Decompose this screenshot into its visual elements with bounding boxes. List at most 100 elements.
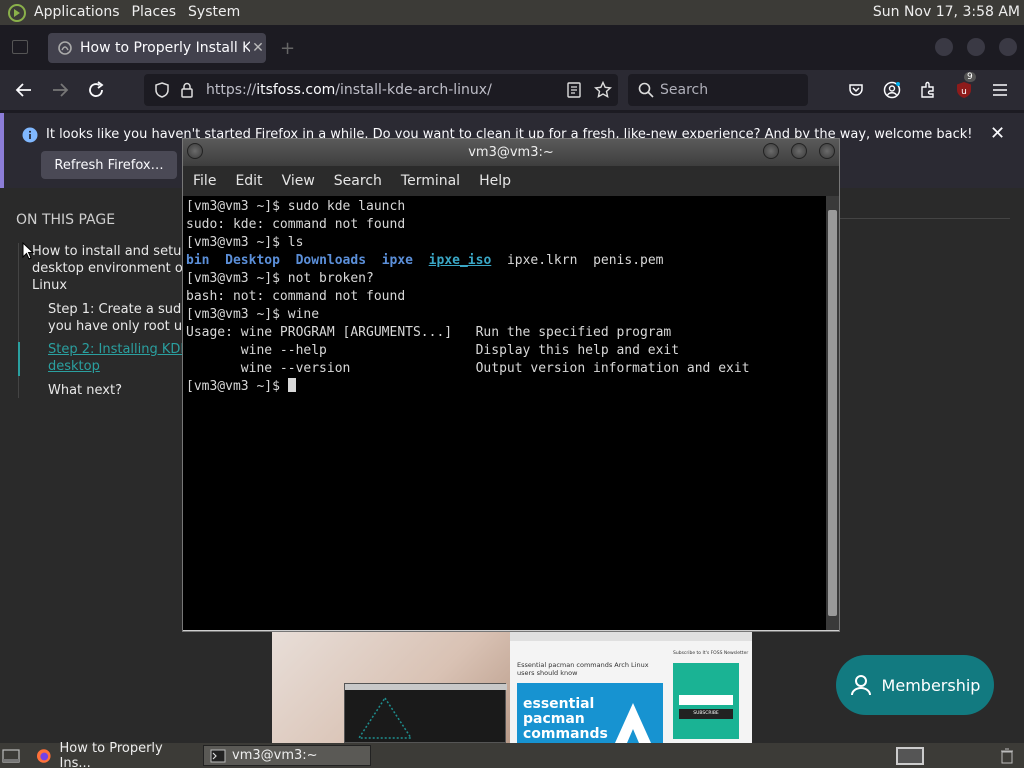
tab-title: How to Properly Install KDE — [80, 40, 250, 56]
membership-label: Membership — [881, 675, 981, 695]
terminal-line: bash: not: command not found — [186, 289, 406, 304]
new-tab-icon[interactable]: + — [280, 38, 295, 59]
terminal-prompt: [vm3@vm3 ~]$ — [186, 379, 288, 394]
pocket-icon[interactable] — [842, 76, 870, 104]
ls-dir-desktop: Desktop — [225, 253, 280, 268]
terminal-line: wine --help Display this help and exit — [186, 343, 680, 358]
svg-text:u: u — [961, 87, 967, 97]
taskbar-terminal[interactable]: vm3@vm3:~ — [203, 745, 371, 766]
ublock-badge: 9 — [964, 72, 976, 82]
search-placeholder: Search — [660, 82, 709, 98]
bookmark-star-icon[interactable] — [594, 81, 612, 99]
forward-icon[interactable] — [46, 76, 74, 104]
ls-file-pem: penis.pem — [593, 253, 664, 268]
preview-page: Essential pacman commands Arch Linux use… — [510, 631, 752, 743]
terminal-scrollbar-thumb[interactable] — [828, 210, 837, 616]
terminal-output[interactable]: [vm3@vm3 ~]$ sudo kde launch sudo: kde: c… — [183, 196, 826, 630]
terminal-menubar: File Edit View Search Terminal Help — [183, 166, 839, 196]
terminal-menu-button[interactable] — [187, 143, 203, 159]
terminal-menu-file[interactable]: File — [183, 173, 225, 189]
search-input[interactable]: Search — [628, 74, 808, 106]
minimize-window-button[interactable] — [935, 38, 953, 56]
top-panel: Applications Places System Sun Nov 17, 3… — [0, 0, 1024, 25]
maximize-window-button[interactable] — [967, 38, 985, 56]
preview-subscribe-button: SUBSCRIBE — [679, 709, 733, 719]
workspace-switcher[interactable] — [896, 745, 926, 766]
close-notification-icon[interactable]: ✕ — [990, 123, 1005, 144]
toc-item-install-setup-line2[interactable]: desktop environment on — [32, 260, 191, 277]
toc-item-step1-line2[interactable]: you have only root us — [48, 318, 189, 335]
places-menu[interactable]: Places — [126, 0, 183, 25]
toc-item-step2-line2[interactable]: desktop — [48, 358, 100, 375]
applications-menu[interactable]: Applications — [28, 0, 126, 25]
browser-tab[interactable]: How to Properly Install KDE ✕ — [48, 33, 266, 63]
terminal-line: sudo: kde: command not found — [186, 217, 406, 232]
terminal-menu-edit[interactable]: Edit — [225, 173, 271, 189]
refresh-firefox-button[interactable]: Refresh Firefox… — [41, 151, 177, 179]
itsfoss-favicon-icon — [58, 41, 72, 55]
toc-item-what-next[interactable]: What next? — [48, 382, 122, 399]
terminal-line: [vm3@vm3 ~]$ wine — [186, 307, 320, 322]
show-desktop-icon[interactable] — [2, 745, 22, 766]
preview-terminal-thumbnail — [344, 683, 507, 743]
tracking-protection-icon[interactable] — [154, 82, 170, 98]
search-icon — [638, 82, 654, 98]
terminal-maximize-button[interactable] — [791, 143, 807, 159]
url-text[interactable]: https://itsfoss.com/install-kde-arch-lin… — [206, 82, 492, 98]
membership-button[interactable]: Membership — [836, 655, 994, 715]
reader-view-icon[interactable] — [567, 82, 581, 98]
toc-title: ON THIS PAGE — [16, 212, 116, 228]
trash-icon[interactable] — [1000, 745, 1020, 766]
system-menu[interactable]: System — [182, 0, 246, 25]
url-bar[interactable]: https://itsfoss.com/install-kde-arch-lin… — [144, 74, 618, 106]
terminal-menu-help[interactable]: Help — [469, 173, 520, 189]
ls-output-line: bin Desktop Downloads ipxe ipxe_iso ipxe… — [186, 252, 826, 270]
close-window-button[interactable] — [999, 38, 1017, 56]
ublock-icon[interactable]: u 9 — [950, 72, 978, 104]
firefox-icon — [36, 748, 51, 763]
taskbar-firefox-label: How to Properly Ins... — [59, 740, 163, 768]
toc-item-step2[interactable]: Step 2: Installing KDE — [48, 341, 189, 358]
preview-banner-text: essential pacman commands — [523, 696, 608, 742]
toc-item-install-setup-line3[interactable]: Linux — [32, 277, 67, 294]
clock[interactable]: Sun Nov 17, 3:58 AM — [873, 0, 1020, 25]
account-icon[interactable] — [878, 76, 906, 104]
terminal-menu-view[interactable]: View — [272, 173, 324, 189]
preview-banner: essential pacman commands — [517, 683, 663, 743]
url-host: itsfoss.com — [256, 82, 336, 98]
close-tab-icon[interactable]: ✕ — [250, 40, 266, 56]
mouse-cursor-icon — [22, 241, 35, 264]
extensions-icon[interactable] — [914, 76, 942, 104]
back-icon[interactable] — [10, 76, 38, 104]
ls-dir-ipxe: ipxe — [381, 253, 414, 268]
person-icon — [850, 675, 871, 696]
toc-active-indicator — [18, 342, 20, 376]
lock-icon[interactable] — [180, 82, 194, 98]
firefox-view-icon[interactable] — [12, 40, 28, 54]
terminal-title: vm3@vm3:~ — [468, 145, 554, 160]
toc-item-install-setup[interactable]: How to install and setup — [32, 243, 190, 260]
ls-link-ipxe-iso: ipxe_iso — [428, 253, 492, 268]
terminal-line: [vm3@vm3 ~]$ ls — [186, 235, 304, 250]
bottom-panel: How to Properly Ins... vm3@vm3:~ — [0, 741, 1024, 768]
url-scheme: https:// — [206, 82, 257, 98]
terminal-line: Usage: wine PROGRAM [ARGUMENTS...] Run t… — [186, 325, 672, 340]
distro-logo-icon[interactable] — [6, 2, 28, 24]
content-divider — [840, 218, 1010, 219]
terminal-minimize-button[interactable] — [763, 143, 779, 159]
terminal-cursor — [287, 378, 296, 392]
terminal-menu-search[interactable]: Search — [324, 173, 391, 189]
terminal-scrollbar[interactable] — [826, 196, 839, 630]
taskbar-firefox[interactable]: How to Properly Ins... — [30, 741, 200, 768]
terminal-menu-terminal[interactable]: Terminal — [391, 173, 469, 189]
terminal-prompt-line: [vm3@vm3 ~]$ — [186, 378, 826, 396]
terminal-close-button[interactable] — [819, 143, 835, 159]
article-preview-image: Essential pacman commands Arch Linux use… — [272, 631, 752, 743]
preview-subscribe-title: Subscribe to It's FOSS Newsletter — [673, 651, 749, 656]
ls-file-ipxe-lkrn: ipxe.lkrn — [506, 253, 578, 268]
terminal-line: [vm3@vm3 ~]$ not broken? — [186, 271, 374, 286]
terminal-titlebar[interactable]: vm3@vm3:~ — [183, 139, 839, 166]
toc-item-step1[interactable]: Step 1: Create a sudo — [48, 301, 189, 318]
hamburger-menu-icon[interactable] — [986, 76, 1014, 104]
reload-icon[interactable] — [82, 76, 110, 104]
